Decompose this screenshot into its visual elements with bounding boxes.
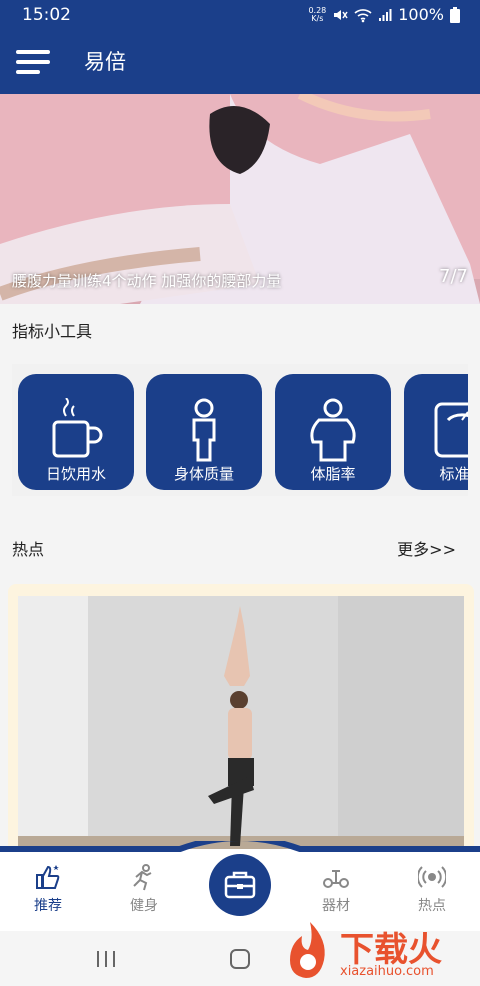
- tool-label: 体脂率: [310, 465, 356, 483]
- tool-water[interactable]: 日饮用水: [18, 374, 134, 490]
- hot-section-title: 热点: [12, 540, 45, 559]
- tab-fitness[interactable]: 健身: [96, 849, 192, 931]
- tab-label: 推荐: [34, 898, 62, 914]
- flame-icon: [290, 922, 325, 978]
- status-icons: 0.28 K/s 100%: [308, 5, 460, 24]
- watermark-logo: 下载火 xiazaihuo.com: [284, 920, 474, 982]
- app-title: 易倍: [84, 50, 126, 74]
- more-link[interactable]: 更多>>: [397, 536, 456, 560]
- tab-hot[interactable]: 热点: [384, 849, 480, 931]
- status-time: 15:02: [22, 5, 71, 25]
- menu-icon[interactable]: [16, 50, 50, 74]
- hot-article-card[interactable]: [8, 584, 474, 874]
- tools-scroller[interactable]: 日饮用水 身体质量 体脂率 标准体: [12, 364, 468, 496]
- tools-section-title: 指标小工具: [12, 322, 93, 341]
- battery-percent: 100%: [398, 5, 444, 24]
- tab-recommend[interactable]: 推荐: [0, 849, 96, 931]
- tool-standard-weight[interactable]: 标准体: [404, 374, 468, 490]
- tab-equipment[interactable]: 器材: [288, 849, 384, 931]
- thumbs-up-icon: [36, 865, 60, 889]
- status-bar: 15:02 0.28 K/s 100%: [0, 0, 480, 30]
- mute-icon: [334, 9, 348, 20]
- app-bar: 易倍: [0, 30, 480, 94]
- toolbox-button[interactable]: [209, 854, 271, 916]
- tab-label: 器材: [322, 898, 350, 914]
- runner-icon: [133, 864, 152, 891]
- tab-label: 热点: [418, 898, 446, 914]
- person-icon: [192, 398, 216, 462]
- recents-icon[interactable]: [94, 949, 118, 969]
- tool-body-mass[interactable]: 身体质量: [146, 374, 262, 490]
- network-speed: 0.28 K/s: [308, 5, 327, 23]
- fat-person-icon: [310, 398, 356, 462]
- tool-body-fat[interactable]: 体脂率: [275, 374, 391, 490]
- toolbox-icon: [224, 871, 256, 899]
- cup-icon: [52, 398, 103, 458]
- banner-caption: 腰腹力量训练4个动作 加强你的腰部力量: [12, 272, 282, 290]
- tool-label: 身体质量: [173, 465, 234, 483]
- banner-pager: 7/7: [439, 266, 468, 287]
- hot-article-image: [18, 596, 464, 866]
- tool-label: 标准体: [439, 465, 468, 483]
- tool-label: 日饮用水: [45, 465, 106, 483]
- tab-label: 健身: [130, 898, 158, 914]
- home-icon[interactable]: [229, 948, 251, 970]
- battery-icon: [450, 6, 460, 23]
- banner-carousel[interactable]: 腰腹力量训练4个动作 加强你的腰部力量 7/7: [0, 94, 480, 304]
- watermark-url: xiazaihuo.com: [340, 964, 434, 979]
- equipment-icon: [323, 870, 349, 888]
- broadcast-icon: [418, 866, 446, 888]
- signal-icon: [379, 8, 392, 21]
- scale-icon: [434, 402, 468, 458]
- wifi-icon: [354, 8, 372, 22]
